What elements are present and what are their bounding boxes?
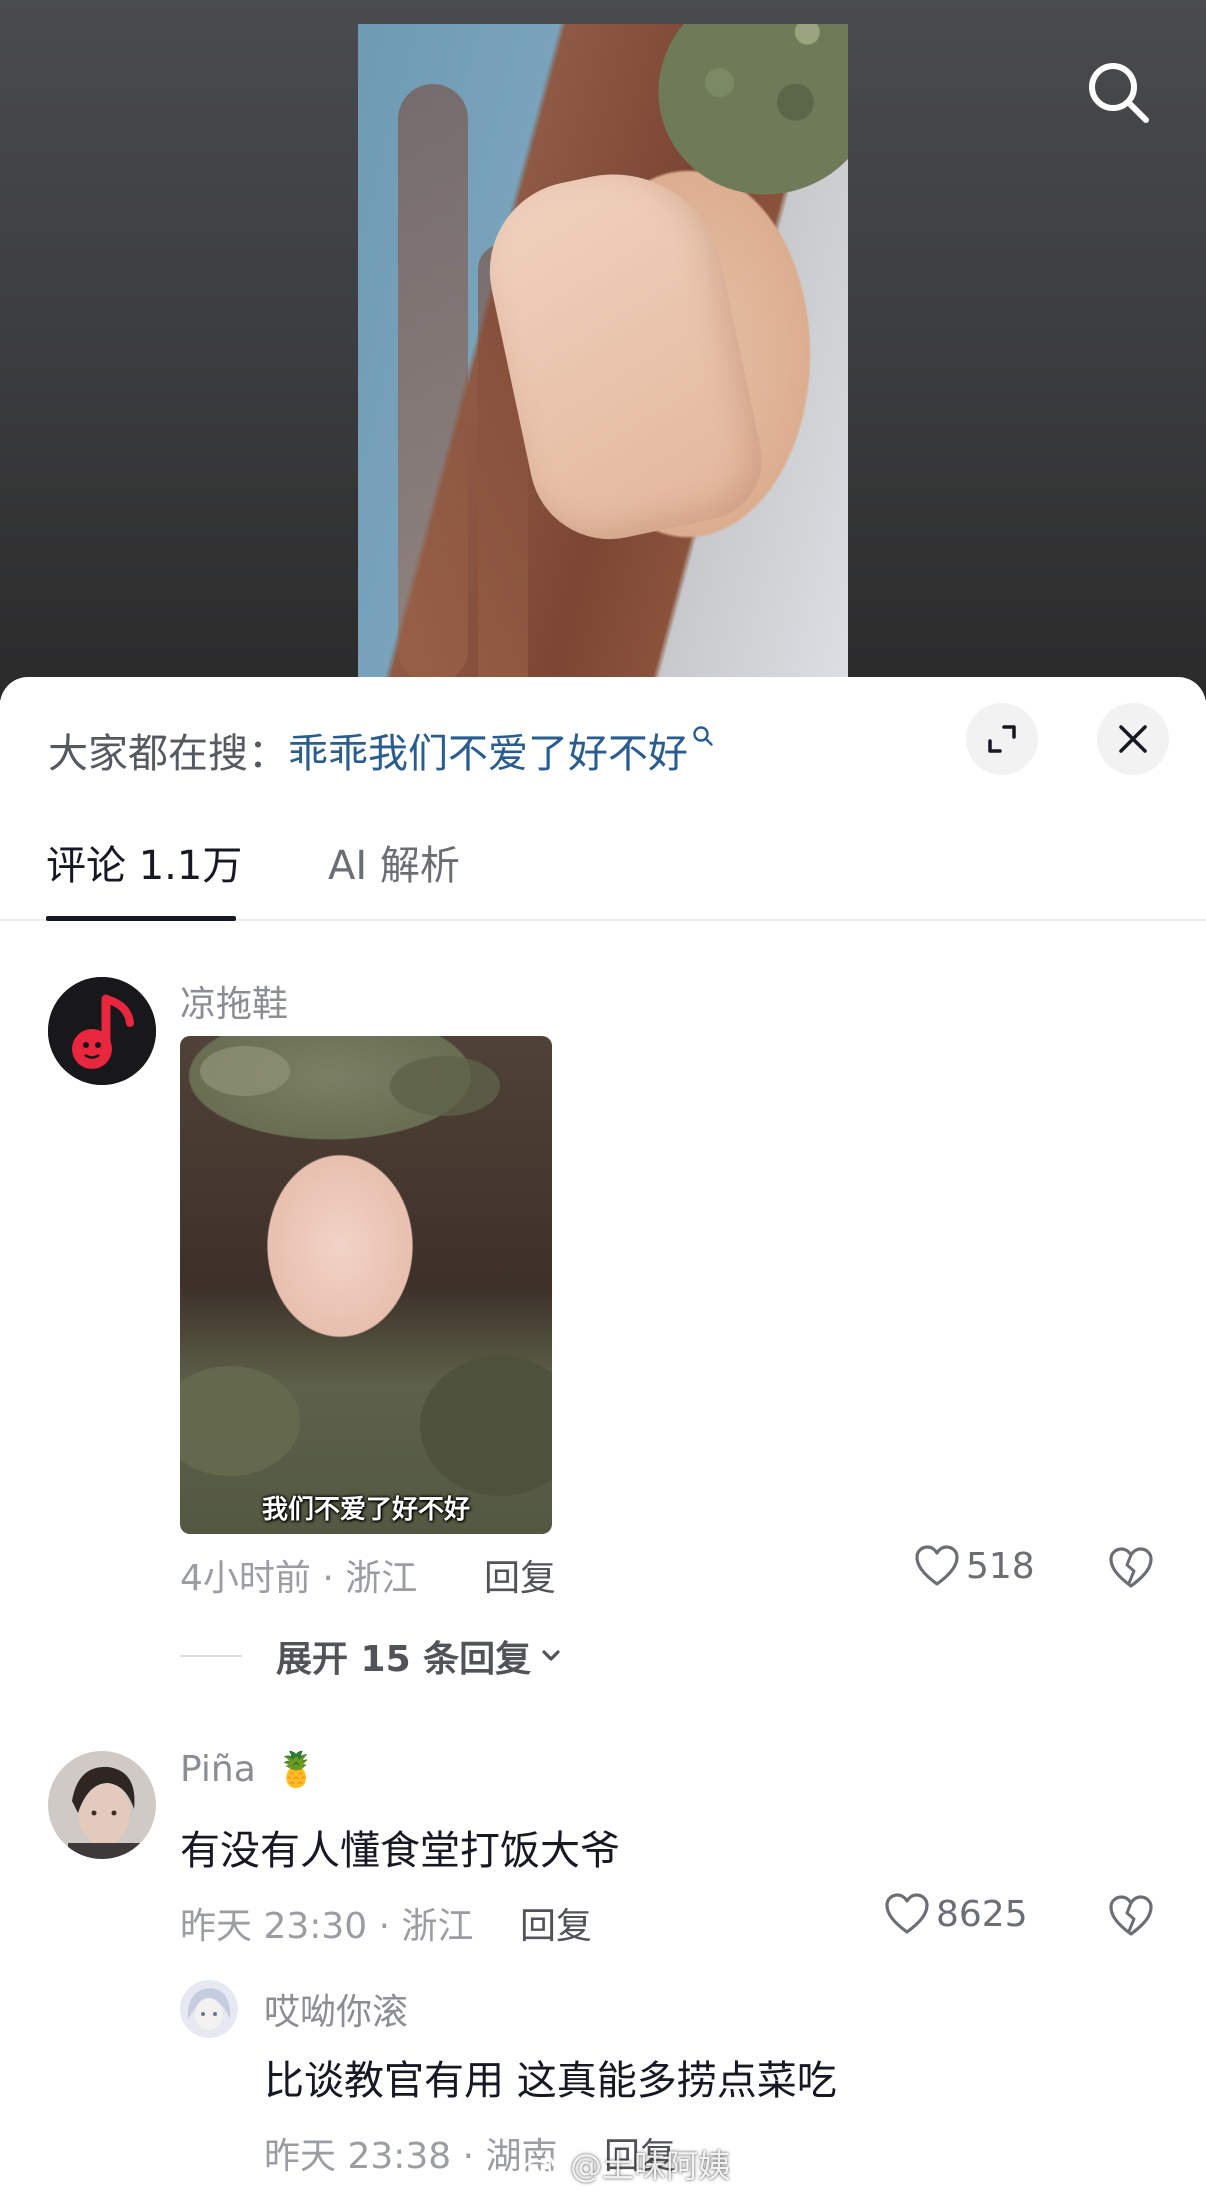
- watermark-text: @土味阿姨: [570, 2147, 731, 2185]
- heart-icon: [915, 1545, 959, 1586]
- anime-avatar-icon: [180, 1980, 238, 2038]
- chevron-down-icon: [542, 1650, 560, 1661]
- search-button[interactable]: [1084, 58, 1154, 128]
- trending-search-prefix: 大家都在搜：: [48, 731, 288, 777]
- dislike-button[interactable]: [1108, 1895, 1154, 1941]
- sheet-tabs: 评论 1.1万 AI 解析: [0, 807, 1206, 921]
- reply-avatar[interactable]: [180, 1980, 238, 2038]
- reply-button[interactable]: 回复: [520, 1897, 592, 1949]
- video-player[interactable]: [0, 0, 1206, 700]
- expand-sheet-button[interactable]: [966, 703, 1038, 775]
- comment-username-text: Piña: [180, 1749, 256, 1790]
- comment-sticker-image[interactable]: 我们不爱了好不好: [180, 1036, 552, 1534]
- portrait-avatar-icon: [48, 1751, 156, 1859]
- dislike-button[interactable]: [1108, 1547, 1154, 1593]
- broken-heart-icon: [1109, 1547, 1153, 1588]
- tab-comments[interactable]: 评论 1.1万: [46, 833, 242, 891]
- music-note-avatar-icon: [48, 977, 156, 1085]
- close-sheet-button[interactable]: [1097, 703, 1169, 775]
- like-button[interactable]: 8625: [884, 1893, 1028, 1935]
- close-icon: [1119, 725, 1147, 753]
- reply-meta: 昨天 23:38 · 湖南: [264, 2136, 558, 2177]
- watermark: @土味阿姨: [522, 2141, 730, 2187]
- tab-ai-analysis[interactable]: AI 解析: [328, 833, 460, 891]
- broken-heart-icon: [1109, 1895, 1153, 1936]
- avatar[interactable]: [48, 1751, 156, 1859]
- sticker-caption: 我们不爱了好不好: [261, 1495, 470, 1525]
- avatar[interactable]: [48, 977, 156, 1085]
- small-search-icon: [693, 726, 713, 746]
- reply-text: 比谈教官有用 这真能多捞点菜吃: [264, 2058, 837, 2104]
- expand-icon: [988, 725, 1016, 753]
- pineapple-emoji: 🍍: [275, 1750, 318, 1790]
- comment-meta: 4小时前 · 浙江: [180, 1558, 418, 1599]
- comment-username[interactable]: Piña 🍍: [180, 1749, 318, 1790]
- expand-replies-label: 展开 15 条回复: [276, 1639, 532, 1680]
- reply-username[interactable]: 哎呦你滚: [264, 1983, 408, 2035]
- active-tab-indicator: [46, 916, 236, 921]
- weibo-logo-icon: [522, 2155, 555, 2181]
- trending-search-link[interactable]: 乖乖我们不爱了好不好: [288, 721, 688, 779]
- like-count: 518: [966, 1545, 1035, 1587]
- sticker-camo-decoration: [420, 1356, 552, 1496]
- search-icon: [1089, 63, 1149, 123]
- expand-replies-divider: [180, 1655, 242, 1657]
- sticker-camo-decoration: [200, 1046, 290, 1096]
- expand-replies-button[interactable]: 展开 15 条回复: [180, 1630, 565, 1682]
- heart-icon: [885, 1893, 929, 1934]
- trending-search-bar: 大家都在搜： 乖乖我们不爱了好不好: [48, 715, 714, 785]
- comment-username[interactable]: 凉拖鞋: [180, 975, 288, 1027]
- comment-text: 有没有人懂食堂打饭大爷: [180, 1828, 620, 1874]
- comments-sheet: 大家都在搜： 乖乖我们不爱了好不好 评论 1.1万 AI 解析 凉拖鞋 我们不爱…: [0, 677, 1206, 2204]
- sticker-camo-decoration: [180, 1366, 300, 1476]
- comment-meta: 昨天 23:30 · 浙江: [180, 1906, 474, 1947]
- video-hair-decoration: [398, 84, 468, 684]
- like-count: 8625: [936, 1893, 1028, 1935]
- video-frame[interactable]: [358, 24, 848, 700]
- like-button[interactable]: 518: [914, 1545, 1035, 1587]
- sticker-camo-decoration: [390, 1056, 500, 1116]
- reply-button[interactable]: 回复: [484, 1549, 556, 1601]
